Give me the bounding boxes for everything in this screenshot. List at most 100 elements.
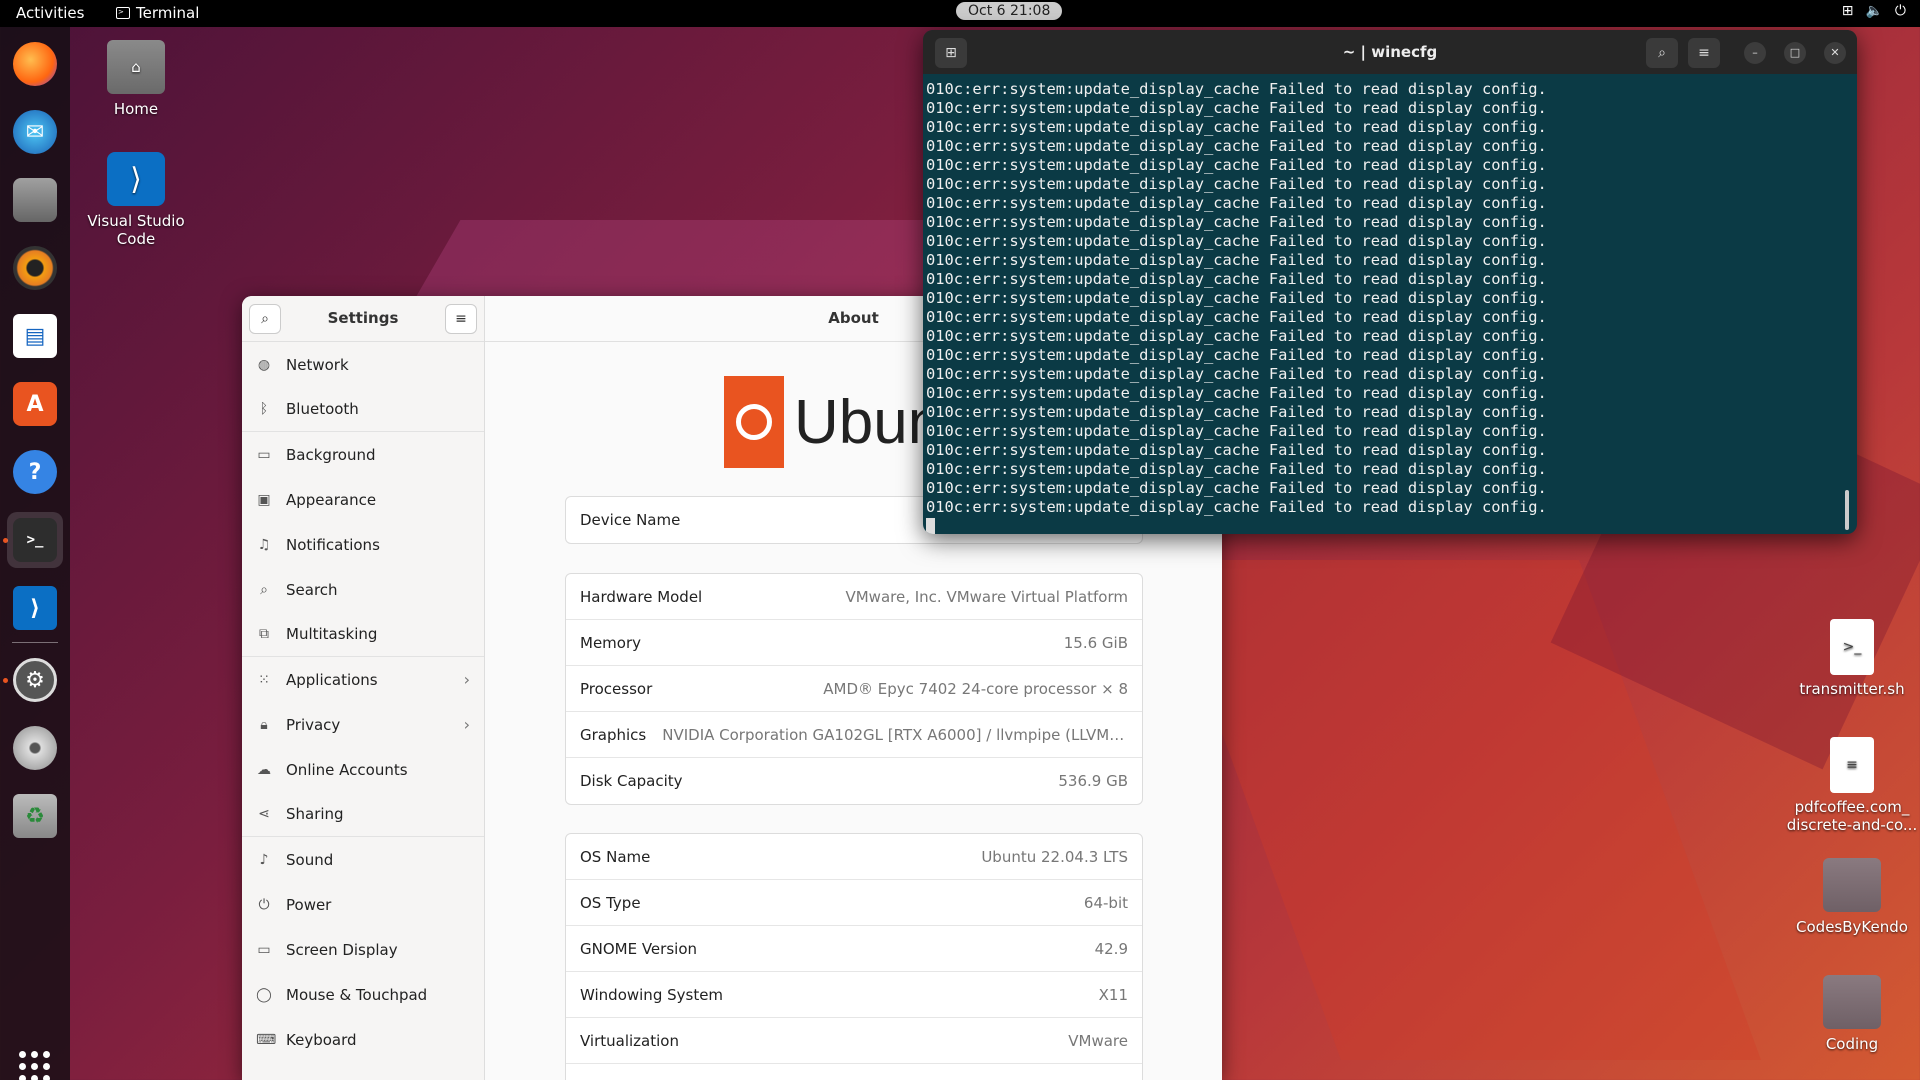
settings-gear-icon: ⚙ xyxy=(13,658,57,702)
nav-screen-display[interactable]: ▭ Screen Display xyxy=(242,927,484,972)
close-button[interactable]: ✕ xyxy=(1824,42,1846,64)
dock-dvd[interactable] xyxy=(7,720,63,776)
app-menu[interactable]: > Terminal xyxy=(116,4,199,22)
nav-sharing[interactable]: ⋖ Sharing xyxy=(242,792,484,837)
row-value: VMware xyxy=(1068,1031,1128,1050)
dock-firefox[interactable] xyxy=(7,36,63,92)
keyboard-icon: ⌨ xyxy=(256,1031,277,1048)
ubuntu-logo: Ubun xyxy=(724,376,942,468)
processor-row: Processor AMD® Epyc 7402 24-core processo… xyxy=(566,666,1142,712)
dock-app-center[interactable]: A xyxy=(7,376,63,432)
dock-terminal[interactable]: >_ xyxy=(7,512,63,568)
row-label: Graphics xyxy=(580,725,647,744)
dock-rhythmbox[interactable] xyxy=(7,240,63,296)
hardware-model-row: Hardware Model VMware, Inc. VMware Virtua… xyxy=(566,574,1142,620)
activities-button[interactable]: Activities xyxy=(16,4,84,22)
text-cursor xyxy=(926,518,935,534)
os-card: OS Name Ubuntu 22.04.3 LTS OS Type 64-bit … xyxy=(565,833,1143,1080)
terminal-output[interactable]: 010c:err:system:update_display_cache Fai… xyxy=(923,74,1857,534)
nav-network[interactable]: ◍ Network xyxy=(242,342,484,387)
mouse-icon: ◯ xyxy=(256,986,272,1003)
disk-capacity-row[interactable]: Disk Capacity 536.9 GB xyxy=(566,758,1142,804)
terminal-line: 010c:err:system:update_display_cache Fai… xyxy=(926,175,1547,193)
terminal-line: 010c:err:system:update_display_cache Fai… xyxy=(926,327,1547,345)
desktop-home[interactable]: ⌂ Home xyxy=(76,40,196,118)
terminal-line: 010c:err:system:update_display_cache Fai… xyxy=(926,460,1547,478)
share-icon: ⋖ xyxy=(258,806,270,822)
desktop-pdf[interactable]: ≡ pdfcoffee.com_ discrete-and-co... xyxy=(1780,737,1920,834)
folder-icon xyxy=(1823,975,1881,1029)
row-label: Processor xyxy=(580,679,653,698)
nav-keyboard[interactable]: ⌨ Keyboard xyxy=(242,1017,484,1062)
row-label: GNOME Version xyxy=(580,939,697,958)
nav-label: Online Accounts xyxy=(286,760,408,779)
dock-vscode[interactable]: ⟩ xyxy=(7,580,63,636)
row-value: VMware, Inc. VMware Virtual Platform xyxy=(845,587,1128,606)
desktop-vscode[interactable]: ⟩ Visual Studio Code xyxy=(76,152,196,248)
maximize-icon: □ xyxy=(1789,46,1801,59)
desktop-coding[interactable]: Coding xyxy=(1792,975,1912,1053)
nav-sound[interactable]: ♪ Sound xyxy=(242,837,484,882)
music-note-icon: ♪ xyxy=(259,851,269,868)
row-value: 15.6 GiB xyxy=(1063,633,1128,652)
trash-icon: ♻ xyxy=(13,794,57,838)
dock-thunderbird[interactable]: ✉ xyxy=(7,104,63,160)
system-status[interactable]: ⊞ 🔈 ⏻ xyxy=(1842,3,1906,19)
appearance-icon: ▣ xyxy=(257,491,271,508)
firefox-icon xyxy=(13,42,57,86)
nav-mouse-touchpad[interactable]: ◯ Mouse & Touchpad xyxy=(242,972,484,1017)
home-folder-icon: ⌂ xyxy=(107,40,165,94)
terminal-line: 010c:err:system:update_display_cache Fai… xyxy=(926,365,1547,383)
minimize-icon: – xyxy=(1752,46,1758,59)
nav-multitasking[interactable]: ⧉ Multitasking xyxy=(242,612,484,657)
nav-background[interactable]: ▭ Background xyxy=(242,432,484,477)
terminal-menu-button[interactable]: ≡ xyxy=(1688,38,1720,68)
nav-appearance[interactable]: ▣ Appearance xyxy=(242,477,484,522)
terminal-line: 010c:err:system:update_display_cache Fai… xyxy=(926,137,1547,155)
row-value: NVIDIA Corporation GA102GL [RTX A6000] /… xyxy=(662,725,1128,744)
minimize-button[interactable]: – xyxy=(1744,42,1766,64)
dock-settings[interactable]: ⚙ xyxy=(7,652,63,708)
terminal-line: 010c:err:system:update_display_cache Fai… xyxy=(926,194,1547,212)
terminal-search-button[interactable]: ⌕ xyxy=(1646,38,1678,68)
scrollbar[interactable] xyxy=(1845,490,1849,530)
desktop-codesbykendo[interactable]: CodesByKendo xyxy=(1792,858,1912,936)
nav-label: Network xyxy=(286,355,349,374)
show-apps-button[interactable] xyxy=(19,1051,51,1080)
nav-search[interactable]: ⌕ Search xyxy=(242,567,484,612)
terminal-line: 010c:err:system:update_display_cache Fai… xyxy=(926,232,1547,250)
terminal-line: 010c:err:system:update_display_cache Fai… xyxy=(926,270,1547,288)
top-bar: Activities > Terminal Oct 6 21:08 ⊞ 🔈 ⏻ xyxy=(0,0,1920,27)
dock-help[interactable]: ? xyxy=(7,444,63,500)
desktop-transmitter-label: transmitter.sh xyxy=(1799,680,1905,698)
nav-bluetooth[interactable]: ᛒ Bluetooth xyxy=(242,387,484,432)
terminal-line: 010c:err:system:update_display_cache Fai… xyxy=(926,308,1547,326)
memory-row: Memory 15.6 GiB xyxy=(566,620,1142,666)
power-icon: ⏻ xyxy=(258,896,270,913)
terminal-icon: >_ xyxy=(13,518,57,562)
terminal-window: ⊞ ~ | winecfg ⌕ ≡ – □ ✕ 010c:err:system:… xyxy=(923,30,1857,534)
nav-label: Keyboard xyxy=(286,1030,357,1049)
menu-button[interactable]: ≡ xyxy=(445,304,477,334)
row-value: 64-bit xyxy=(1083,893,1128,912)
power-icon: ⏻ xyxy=(1894,3,1906,19)
nav-power[interactable]: ⏻ Power xyxy=(242,882,484,927)
nav-applications[interactable]: ⁙ Applications › xyxy=(242,657,484,702)
software-updates-row[interactable] xyxy=(566,1064,1142,1080)
os-type-row: OS Type 64-bit xyxy=(566,880,1142,926)
dock-files[interactable] xyxy=(7,172,63,228)
nav-privacy[interactable]: 🔒︎ Privacy › xyxy=(242,702,484,747)
nav-online-accounts[interactable]: ☁ Online Accounts xyxy=(242,747,484,792)
dock-writer[interactable]: ▤ xyxy=(7,308,63,364)
row-value: AMD® Epyc 7402 24-core processor × 8 xyxy=(823,679,1128,698)
nav-notifications[interactable]: ♫ Notifications xyxy=(242,522,484,567)
clock[interactable]: Oct 6 21:08 xyxy=(956,2,1063,20)
terminal-line: 010c:err:system:update_display_cache Fai… xyxy=(926,498,1547,516)
maximize-button[interactable]: □ xyxy=(1784,42,1806,64)
vscode-icon: ⟩ xyxy=(107,152,165,206)
apps-grid-icon: ⁙ xyxy=(258,671,270,688)
desktop-transmitter[interactable]: >_ transmitter.sh xyxy=(1792,619,1912,698)
settings-sidebar-header: ⌕ Settings ≡ xyxy=(242,296,484,342)
settings-sidebar: ⌕ Settings ≡ ◍ Network ᛒ Bluetooth ▭ Backgr… xyxy=(242,296,485,1080)
dock-trash[interactable]: ♻ xyxy=(7,788,63,844)
